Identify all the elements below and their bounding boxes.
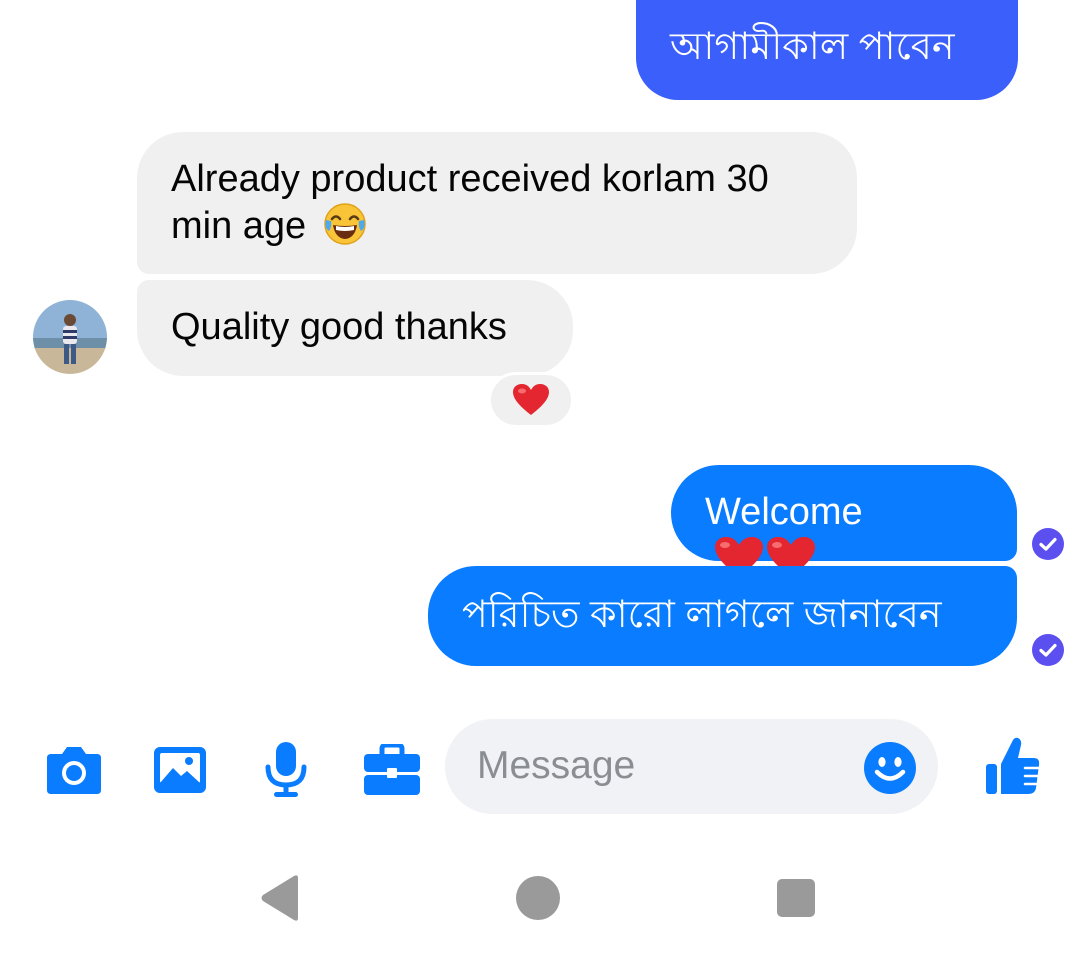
message-text: আগামীকাল পাবেন [670,26,955,68]
message-reaction[interactable] [488,372,574,428]
face-with-tears-of-joy-icon [324,203,366,245]
thumbs-up-icon[interactable] [980,734,1046,800]
message-text: Quality good thanks [171,306,507,348]
message-text: Already product received korlam 30 min a… [171,158,769,247]
seen-check-icon [1032,528,1064,560]
home-circle-icon [516,876,560,920]
toolbox-button[interactable] [360,738,424,802]
recents-square-icon [777,879,815,917]
outgoing-message[interactable]: পরিচিত কারো লাগলে জানাবেন [428,566,1017,666]
message-field[interactable] [445,719,938,814]
nav-recents-button[interactable] [770,872,822,924]
nav-home-button[interactable] [512,872,564,924]
microphone-button[interactable] [254,738,318,802]
red-heart-icon [513,384,549,415]
microphone-icon [265,742,307,797]
chat-screen: আগামীকাল পাবেন Already product received … [0,0,1080,960]
incoming-message[interactable]: Already product received korlam 30 min a… [137,132,857,274]
message-input[interactable] [477,741,847,791]
nav-back-button[interactable] [254,872,306,924]
avatar[interactable] [33,300,107,374]
back-triangle-icon [261,875,298,921]
message-text: পরিচিত কারো লাগলে জানাবেন [462,594,942,636]
gallery-button[interactable] [148,738,212,802]
outgoing-message[interactable]: Welcome [671,465,1017,577]
seen-check-icon [1032,634,1064,666]
outgoing-message[interactable]: আগামীকাল পাবেন [636,0,1018,100]
avatar-photo [33,300,107,374]
gallery-icon [154,747,206,793]
toolbox-icon [364,744,420,795]
emoji-icon[interactable] [863,741,917,795]
camera-button[interactable] [42,738,106,802]
incoming-message[interactable]: Quality good thanks [137,280,573,376]
message-text: Welcome [705,491,863,533]
camera-icon [47,747,101,794]
